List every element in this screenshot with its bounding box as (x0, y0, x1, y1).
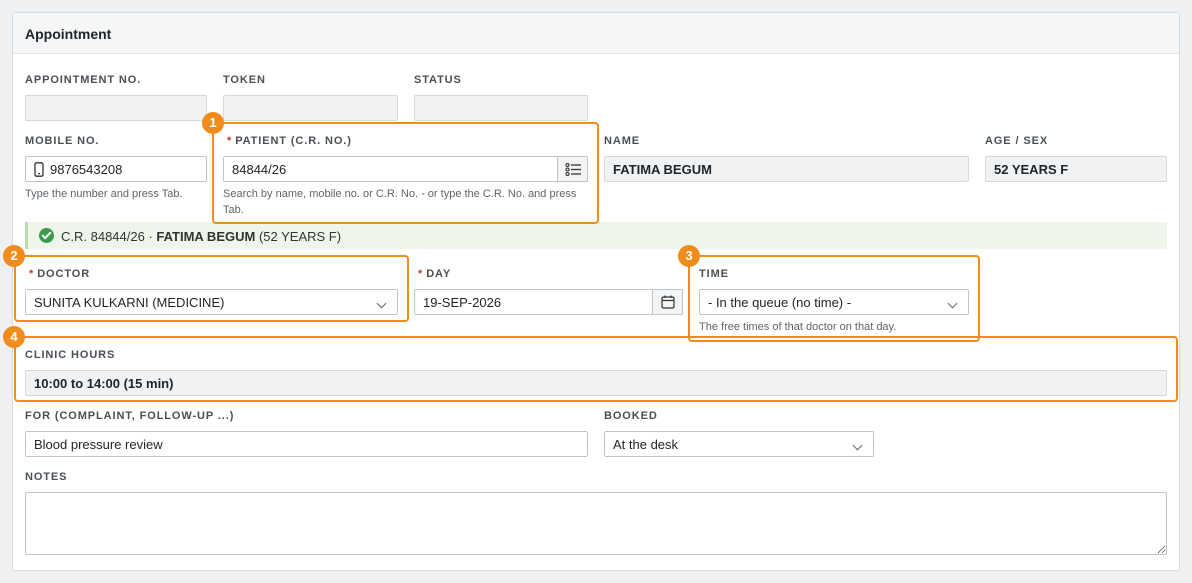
day-calendar-button[interactable] (652, 289, 683, 315)
day-label: * DAY (418, 268, 452, 280)
booked-select[interactable]: At the desk (604, 431, 874, 457)
mobile-help: Type the number and press Tab. (25, 188, 183, 200)
panel-title: Appointment (25, 26, 112, 42)
status-field (414, 95, 588, 121)
for-value: Blood pressure review (34, 437, 163, 452)
token-field (223, 95, 398, 121)
patient-confirmation: C.R. 84844/26 · FATIMA BEGUM (52 YEARS F… (25, 222, 1167, 249)
name-field: FATIMA BEGUM (604, 156, 969, 182)
calendar-icon (661, 295, 675, 309)
mobile-input[interactable]: 9876543208 (25, 156, 207, 182)
age-sex-field: 52 YEARS F (985, 156, 1167, 182)
callout-badge-3: 3 (678, 245, 700, 267)
mobile-label: MOBILE NO. (25, 135, 100, 147)
status-label: STATUS (414, 74, 462, 86)
confirmation-text: C.R. 84844/26 · FATIMA BEGUM (52 YEARS F… (61, 229, 342, 244)
highlight-time (688, 255, 980, 342)
notes-label: NOTES (25, 471, 68, 483)
booked-value: At the desk (613, 437, 679, 452)
notes-textarea[interactable] (25, 492, 1167, 555)
highlight-patient (212, 122, 599, 224)
check-circle-icon (39, 228, 54, 243)
chevron-down-icon (852, 440, 863, 451)
callout-badge-2: 2 (3, 245, 25, 267)
phone-icon (34, 162, 44, 177)
day-input[interactable]: 19-SEP-2026 (414, 289, 683, 315)
panel-header: Appointment (13, 13, 1179, 54)
appointment-no-field (25, 95, 207, 121)
highlight-doctor (14, 255, 409, 322)
booked-label: BOOKED (604, 410, 658, 422)
for-input[interactable]: Blood pressure review (25, 431, 588, 457)
callout-badge-4: 4 (3, 326, 25, 348)
appointment-no-label: APPOINTMENT NO. (25, 74, 142, 86)
name-label: NAME (604, 135, 640, 147)
day-value: 19-SEP-2026 (423, 295, 502, 310)
callout-badge-1: 1 (202, 112, 224, 134)
token-label: TOKEN (223, 74, 266, 86)
required-mark: * (418, 268, 424, 280)
age-sex-label: AGE / SEX (985, 135, 1049, 147)
for-label: FOR (COMPLAINT, FOLLOW-UP ...) (25, 410, 235, 422)
highlight-clinic-hours (14, 336, 1178, 402)
mobile-value: 9876543208 (50, 162, 123, 177)
